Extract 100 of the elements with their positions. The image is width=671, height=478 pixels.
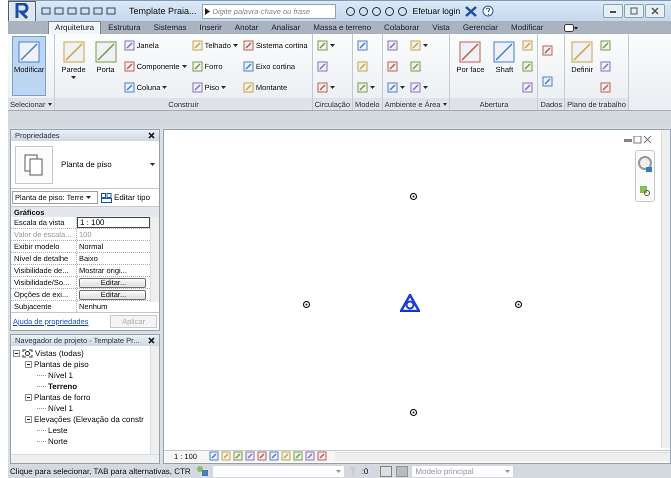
tree-item[interactable]: Vistas (todas)	[35, 349, 84, 358]
edit-type-button[interactable]: Editar tipo	[101, 192, 150, 202]
tool-icon	[242, 82, 254, 92]
caret-icon	[162, 86, 168, 88]
scrollbar[interactable]	[661, 130, 670, 448]
view-control-button[interactable]	[244, 451, 255, 461]
ribbon-toggle-button[interactable]	[564, 22, 578, 34]
close-icon	[650, 6, 660, 16]
scrollbar[interactable]	[334, 452, 670, 460]
panel-toggle-icon	[564, 24, 578, 32]
caret-icon	[330, 44, 335, 46]
tool-button[interactable]	[386, 82, 405, 92]
document-title: Template Praia...	[129, 6, 197, 16]
maximize-icon	[629, 6, 639, 16]
scrollbar[interactable]	[11, 454, 159, 463]
tool-button[interactable]	[316, 82, 335, 92]
tool-icon	[459, 41, 482, 63]
ribbon-tab[interactable]: Massa e terreno	[307, 22, 378, 34]
ribbon-tab[interactable]: Gerenciar	[456, 22, 504, 34]
tool-icon	[124, 40, 135, 50]
ribbon-tab[interactable]: Colaborar	[378, 22, 426, 34]
tool-icon	[522, 60, 534, 72]
triangle-icon	[204, 8, 210, 14]
view-control-button[interactable]	[292, 451, 303, 461]
tool-icon	[493, 41, 516, 63]
login-link[interactable]: Efetuar login	[412, 6, 460, 16]
view-control-button[interactable]	[304, 451, 315, 461]
caret-icon	[150, 163, 155, 166]
tree-item[interactable]: Nível 1	[48, 371, 73, 380]
tool-icon	[242, 60, 254, 72]
tool-icon	[357, 60, 368, 72]
tree-item[interactable]: Plantas de piso	[34, 360, 89, 369]
tool-icon	[192, 60, 203, 72]
tool-icon	[316, 82, 328, 92]
view-icon	[22, 349, 33, 358]
type-selector[interactable]: Planta de piso	[11, 141, 159, 189]
tool-icon	[357, 40, 368, 50]
ribbon-tab[interactable]: Inserir	[194, 22, 228, 34]
tool-icon	[571, 41, 594, 63]
tree-item[interactable]: Nível 1	[48, 404, 73, 413]
scale-field[interactable]: 1 : 100	[77, 217, 150, 228]
view-control-button[interactable]	[256, 451, 267, 461]
tree-item[interactable]: Elevações (Elevação da constr	[34, 415, 144, 424]
status-message: Clique para selecionar, TAB para alternativas, CTR	[10, 466, 191, 476]
tool-icon	[542, 44, 554, 56]
model-dropdown[interactable]: Modelo principal	[412, 466, 514, 476]
caret-icon	[86, 196, 91, 199]
app-menu-button[interactable]	[8, 0, 36, 22]
tool-icon	[522, 40, 534, 50]
tree-item[interactable]: Leste	[48, 426, 68, 435]
view-control-button[interactable]	[220, 451, 231, 461]
close-icon	[148, 132, 155, 139]
view-control-button[interactable]	[208, 451, 219, 461]
view-window-controls-icon	[624, 136, 652, 144]
view-control-button[interactable]	[232, 451, 243, 461]
view-control-button[interactable]	[280, 451, 291, 461]
scrollbar[interactable]	[150, 217, 159, 302]
tree-item[interactable]: Norte	[48, 437, 68, 446]
tool-button[interactable]	[316, 40, 335, 50]
close-icon	[148, 337, 155, 344]
ribbon-tab[interactable]: Modificar	[504, 22, 550, 34]
tool-icon	[316, 60, 328, 72]
view-control-button[interactable]	[316, 451, 327, 461]
tool-icon	[242, 40, 254, 50]
elevation-marker-icon	[409, 408, 418, 417]
ribbon-tab[interactable]: Vista	[426, 22, 456, 34]
ribbon-tab[interactable]: Arquitetura	[48, 21, 102, 34]
elevation-marker-icon	[302, 300, 311, 309]
selection-count: :0	[362, 466, 368, 476]
view-control-button[interactable]	[268, 451, 279, 461]
caret-icon	[505, 470, 510, 472]
tool-button[interactable]	[410, 40, 428, 50]
tool-icon	[316, 40, 328, 50]
tool-icon	[62, 41, 85, 63]
minimize-button[interactable]	[603, 4, 623, 18]
tool-icon	[522, 82, 534, 92]
tree-item[interactable]: Terreno	[48, 382, 78, 391]
zoom-icon	[639, 185, 651, 197]
ribbon-tab[interactable]: Analisar	[265, 22, 306, 34]
close-button[interactable]	[645, 4, 665, 18]
tool-button[interactable]	[410, 82, 428, 92]
tool-icon	[410, 60, 421, 72]
tool-icon	[192, 82, 203, 92]
ribbon-tab[interactable]: Anotar	[228, 22, 264, 34]
tool-icon	[18, 41, 40, 63]
tool-icon	[410, 40, 421, 50]
elevation-marker-icon	[514, 300, 523, 309]
ribbon-tab[interactable]: Estrutura	[102, 22, 147, 34]
caret-icon	[370, 86, 375, 88]
tool-button[interactable]	[357, 82, 375, 92]
caret-icon	[221, 86, 226, 88]
tool-icon	[410, 82, 421, 92]
ribbon-tab[interactable]: Sistemas	[148, 22, 193, 34]
tool-icon	[600, 82, 612, 92]
caret-icon	[232, 44, 238, 46]
help-button[interactable]	[482, 5, 494, 17]
maximize-button[interactable]	[624, 4, 644, 18]
tree-item[interactable]: Plantas de forro	[34, 393, 90, 402]
scrollbar[interactable]	[150, 346, 159, 454]
tool-icon	[386, 40, 398, 50]
